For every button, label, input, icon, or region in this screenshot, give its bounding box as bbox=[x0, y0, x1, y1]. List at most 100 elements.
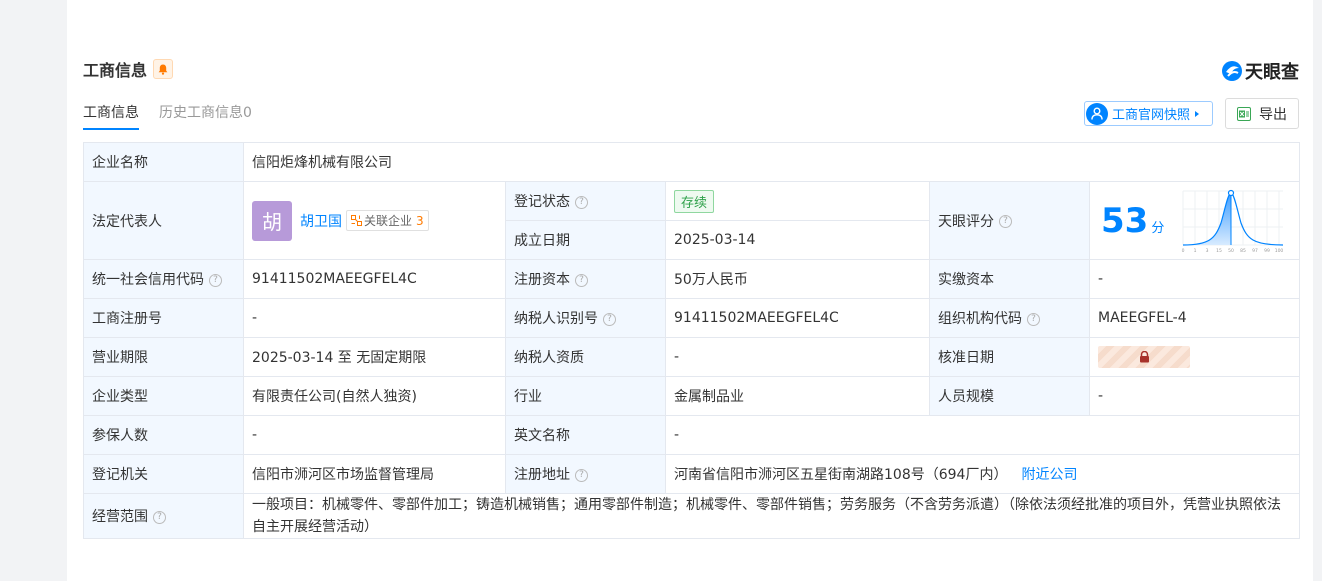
reg-address-label: 注册地址? bbox=[505, 454, 666, 494]
company-name-value: 信阳炬烽机械有限公司 bbox=[242, 142, 1301, 182]
help-icon[interactable]: ? bbox=[575, 195, 588, 209]
tianyancha-logo: 天眼查 bbox=[1221, 58, 1299, 84]
reg-number-label: 工商注册号 bbox=[83, 298, 244, 338]
credit-code-label: 统一社会信用代码? bbox=[83, 259, 244, 299]
export-button[interactable]: 导出 bbox=[1225, 98, 1299, 129]
related-companies-badge[interactable]: 关联企业 3 bbox=[346, 210, 429, 231]
x-tick: 100 bbox=[1275, 248, 1284, 254]
score-marker bbox=[1227, 189, 1235, 196]
tab-business-info[interactable]: 工商信息 bbox=[83, 102, 139, 130]
table-row: 企业类型 有限责任公司(自然人独资) 行业 金属制品业 人员规模 - bbox=[83, 376, 1301, 416]
reg-number-value: - bbox=[243, 298, 506, 338]
reg-status-label-text: 登记状态 bbox=[514, 194, 570, 210]
taxpayer-id-label: 纳税人识别号? bbox=[505, 298, 666, 338]
staff-size-label: 人员规模 bbox=[929, 376, 1090, 416]
reg-capital-label-text: 注册资本 bbox=[514, 272, 570, 288]
tianyan-score-label: 天眼评分? bbox=[929, 181, 1090, 260]
caret-right-icon bbox=[1195, 110, 1200, 117]
table-row: 登记机关 信阳市浉河区市场监督管理局 注册地址? 河南省信阳市浉河区五星街南湖路… bbox=[83, 454, 1301, 494]
legal-rep-cell: 胡 胡卫国 关联企业 3 bbox=[243, 181, 506, 260]
established-value: 2025-03-14 bbox=[665, 220, 930, 260]
org-code-label-text: 组织机构代码 bbox=[938, 311, 1022, 327]
credit-code-label-text: 统一社会信用代码 bbox=[92, 272, 204, 288]
tianyancha-logo-icon bbox=[1222, 61, 1242, 81]
help-icon[interactable]: ? bbox=[209, 273, 222, 287]
credit-code-value: 91411502MAEEGFEL4C bbox=[243, 259, 506, 299]
score-distribution-chart: 0 1 3 15 50 85 97 99 100 bbox=[1182, 189, 1284, 254]
taxpayer-qual-label: 纳税人资质 bbox=[505, 337, 666, 377]
tab-history-business-info[interactable]: 历史工商信息0 bbox=[159, 102, 252, 130]
legal-rep-name[interactable]: 胡卫国 bbox=[300, 211, 342, 231]
network-icon bbox=[351, 215, 362, 226]
english-name-value: - bbox=[664, 415, 1301, 455]
paid-capital-label: 实缴资本 bbox=[929, 259, 1090, 299]
company-type-value: 有限责任公司(自然人独资) bbox=[243, 376, 506, 416]
export-label: 导出 bbox=[1259, 106, 1287, 123]
help-icon[interactable]: ? bbox=[1027, 312, 1040, 326]
x-tick: 85 bbox=[1240, 248, 1246, 254]
taxpayer-id-label-text: 纳税人识别号 bbox=[514, 311, 598, 327]
avatar[interactable]: 胡 bbox=[252, 200, 292, 241]
english-name-label: 英文名称 bbox=[505, 415, 666, 455]
nearby-companies-link[interactable]: 附近公司 bbox=[1021, 467, 1077, 483]
org-code-value: MAEEGFEL-4 bbox=[1088, 298, 1301, 338]
authority-value: 信阳市浉河区市场监督管理局 bbox=[243, 454, 506, 494]
help-icon[interactable]: ? bbox=[153, 510, 166, 524]
related-count: 3 bbox=[416, 213, 424, 228]
industry-label: 行业 bbox=[505, 376, 666, 416]
official-snapshot-button[interactable]: 工商官网快照 bbox=[1084, 101, 1213, 126]
scope-value: 一般项目：机械零件、零部件加工；铸造机械销售；通用零部件制造；机械零件、零部件销… bbox=[242, 493, 1301, 539]
approval-date-label: 核准日期 bbox=[929, 337, 1090, 377]
x-tick: 50 bbox=[1228, 248, 1234, 254]
lock-icon bbox=[1139, 351, 1149, 363]
authority-label: 登记机关 bbox=[83, 454, 244, 494]
reg-status-cell: 存续 bbox=[665, 181, 930, 221]
help-icon[interactable]: ? bbox=[575, 468, 588, 482]
help-icon[interactable]: ? bbox=[999, 215, 1012, 228]
legal-rep-label: 法定代表人 bbox=[83, 181, 244, 260]
x-tick: 1 bbox=[1194, 248, 1197, 254]
related-label: 关联企业 bbox=[364, 214, 413, 228]
snapshot-label: 工商官网快照 bbox=[1112, 108, 1191, 123]
approval-date-cell bbox=[1088, 337, 1301, 377]
table-row: 法定代表人 胡 胡卫国 关联企业 3 登记状态? 存续 天眼评分? 53 分 0… bbox=[83, 181, 1301, 260]
reg-capital-label: 注册资本? bbox=[505, 259, 666, 299]
reg-status-label: 登记状态? bbox=[505, 181, 666, 221]
business-term-value: 2025-03-14 至 无固定期限 bbox=[243, 337, 506, 377]
distribution-curve bbox=[1182, 191, 1284, 246]
company-name-label: 企业名称 bbox=[83, 142, 244, 182]
info-tabs: 工商信息 历史工商信息0 bbox=[83, 102, 272, 130]
table-row: 营业期限 2025-03-14 至 无固定期限 纳税人资质 - 核准日期 bbox=[83, 337, 1301, 377]
x-tick: 15 bbox=[1216, 248, 1222, 254]
established-label: 成立日期 bbox=[505, 220, 666, 260]
table-row: 统一社会信用代码? 91411502MAEEGFEL4C 注册资本? 50万人民… bbox=[83, 259, 1301, 299]
table-row: 企业名称 信阳炬烽机械有限公司 bbox=[83, 142, 1301, 182]
reg-address-value: 河南省信阳市浉河区五星街南湖路108号（694厂内） bbox=[674, 467, 1008, 483]
business-info-table: 企业名称 信阳炬烽机械有限公司 法定代表人 胡 胡卫国 关联企业 3 登记状态?… bbox=[83, 142, 1301, 539]
paid-capital-value: - bbox=[1088, 259, 1301, 299]
insured-value: - bbox=[243, 415, 506, 455]
tianyan-score-cell[interactable]: 53 分 0 1 3 15 50 85 97 99 100 bbox=[1088, 181, 1301, 260]
bell-icon[interactable] bbox=[153, 59, 174, 79]
help-icon[interactable]: ? bbox=[603, 312, 616, 326]
user-icon bbox=[1086, 102, 1108, 125]
industry-value: 金属制品业 bbox=[665, 376, 930, 416]
table-row: 经营范围? 一般项目：机械零件、零部件加工；铸造机械销售；通用零部件制造；机械零… bbox=[83, 493, 1301, 539]
help-icon[interactable]: ? bbox=[575, 273, 588, 287]
status-badge: 存续 bbox=[674, 189, 715, 213]
locked-value[interactable] bbox=[1098, 346, 1190, 368]
tianyan-score-label-text: 天眼评分 bbox=[938, 213, 994, 230]
logo-text: 天眼查 bbox=[1245, 62, 1299, 83]
scope-label: 经营范围? bbox=[83, 493, 244, 539]
x-tick: 97 bbox=[1252, 248, 1258, 254]
table-row: 参保人数 - 英文名称 - bbox=[83, 415, 1301, 455]
table-row: 工商注册号 - 纳税人识别号? 91411502MAEEGFEL4C 组织机构代… bbox=[83, 298, 1301, 338]
taxpayer-id-value: 91411502MAEEGFEL4C bbox=[665, 298, 930, 338]
business-info-card: 工商信息 天眼查 工商信息 历史工商信息0 工商官网快照 导出 企业名称 信阳炬… bbox=[67, 0, 1313, 581]
company-type-label: 企业类型 bbox=[83, 376, 244, 416]
tianyan-score-value: 53 bbox=[1101, 200, 1149, 241]
x-tick: 99 bbox=[1264, 248, 1270, 254]
excel-icon bbox=[1237, 106, 1251, 121]
reg-address-cell: 河南省信阳市浉河区五星街南湖路108号（694厂内） 附近公司 bbox=[664, 454, 1301, 494]
staff-size-value: - bbox=[1088, 376, 1301, 416]
